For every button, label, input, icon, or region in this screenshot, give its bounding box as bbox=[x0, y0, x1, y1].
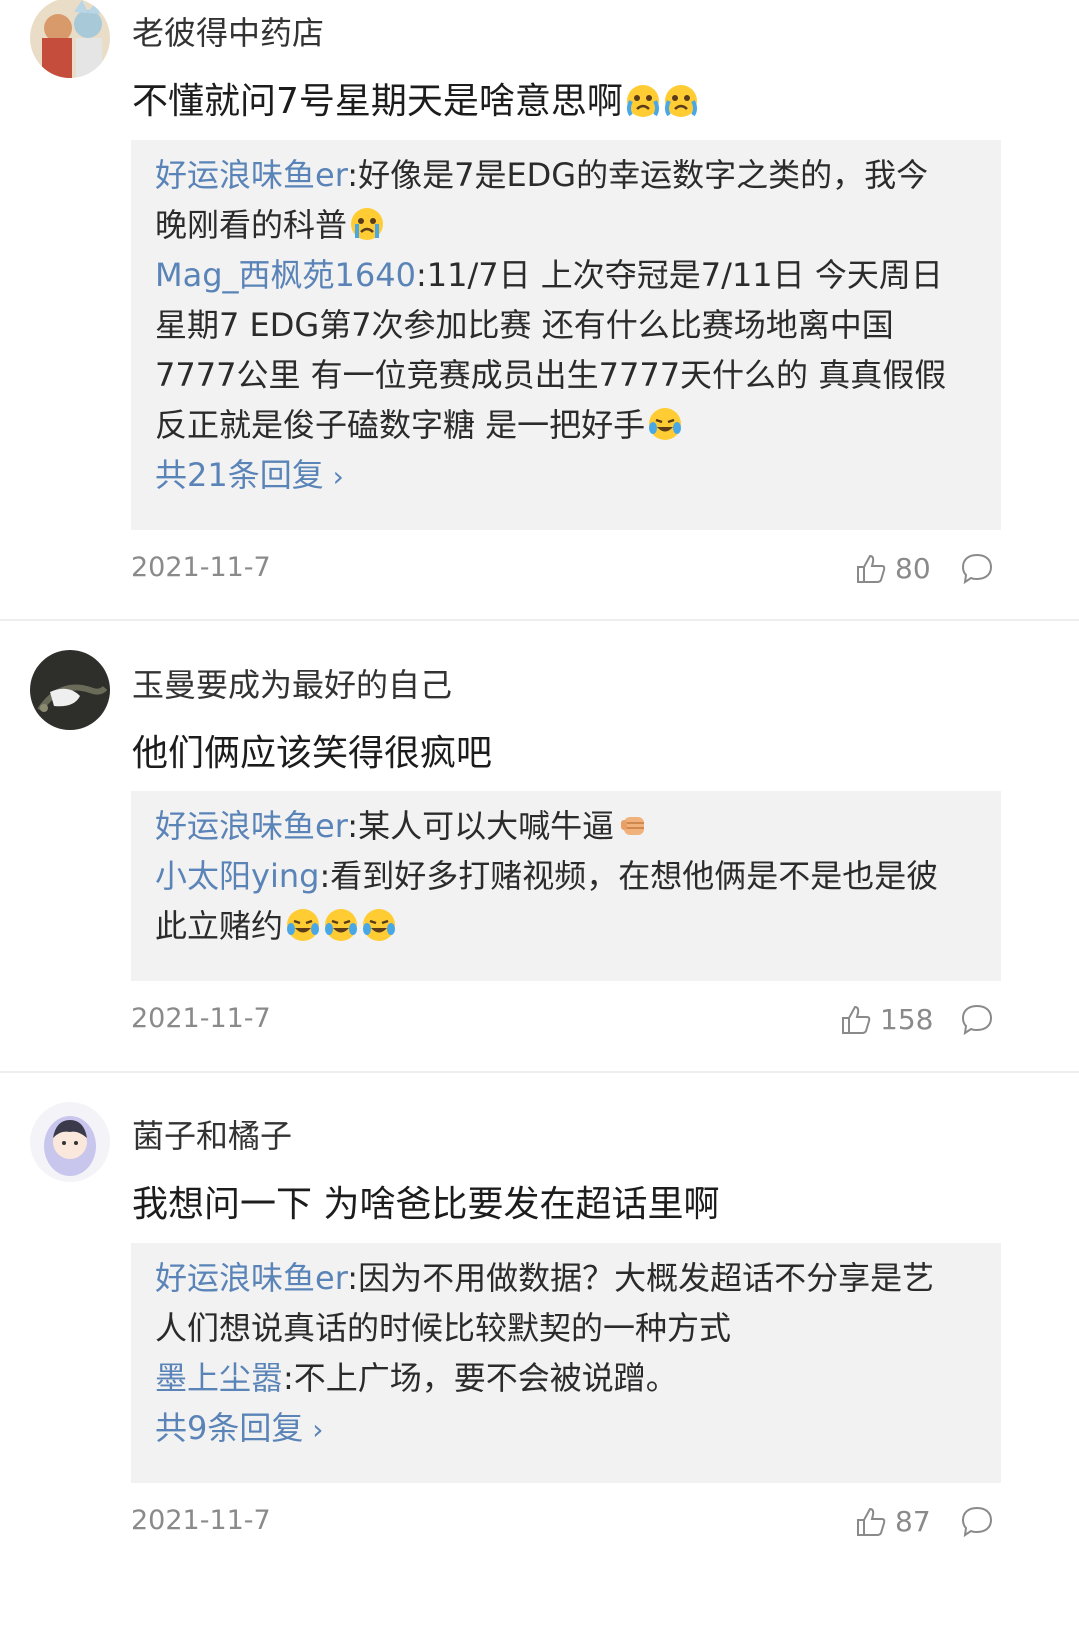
comment-username[interactable]: 玉曼要成为最好的自己 bbox=[132, 660, 452, 706]
laughing-tears-icon bbox=[287, 909, 320, 941]
avatar-image bbox=[30, 1102, 110, 1182]
like-button[interactable]: 158 bbox=[840, 1003, 933, 1036]
comment-text-body: 不懂就问7号星期天是啥意思啊 bbox=[132, 81, 623, 122]
comment-date: 2021-11-7 bbox=[131, 1505, 271, 1536]
reply-item: 墨上尘嚣:不上广场，要不会被说蹭。 bbox=[155, 1353, 977, 1403]
comment-username[interactable]: 菌子和橘子 bbox=[132, 1111, 292, 1157]
comment-date: 2021-11-7 bbox=[131, 552, 271, 583]
thumbs-up-icon bbox=[842, 1005, 871, 1034]
reply-text-continued: 人们想说真话的时候比较默契的一种方式 bbox=[155, 1309, 732, 1347]
like-count: 80 bbox=[895, 552, 931, 585]
comment-divider bbox=[0, 1071, 1079, 1073]
reply-item: 好运浪味鱼er:因为不用做数据？大概发超话不分享是艺 bbox=[155, 1253, 977, 1303]
reply-item: 好运浪味鱼er:好像是7是EDG的幸运数字之类的，我今 bbox=[155, 150, 977, 200]
reply-username[interactable]: 好运浪味鱼er bbox=[155, 1259, 347, 1297]
reply-text-continued: 反正就是俊子磕数字糖 是一把好手 bbox=[155, 406, 646, 444]
reply-username[interactable]: 好运浪味鱼er bbox=[155, 156, 347, 194]
laughing-tears-icon bbox=[649, 408, 682, 440]
reply-preview-box[interactable]: 好运浪味鱼er:某人可以大喊牛逼 小太阳ying:看到好多打赌视频，在想他俩是不… bbox=[131, 791, 1001, 981]
reply-text: :看到好多打赌视频，在想他俩是不是也是彼 bbox=[319, 857, 939, 895]
reply-preview-box[interactable]: 好运浪味鱼er:因为不用做数据？大概发超话不分享是艺 人们想说真话的时候比较默契… bbox=[131, 1243, 1001, 1483]
avatar-image bbox=[30, 650, 110, 730]
speech-bubble-icon[interactable] bbox=[960, 1505, 994, 1539]
laughing-tears-icon bbox=[325, 909, 358, 941]
reply-text-continued: 7777公里 有一位竞赛成员出生7777天什么的 真真假假 bbox=[155, 356, 947, 394]
reply-item-continued: 星期7 EDG第7次参加比赛 还有什么比赛场地离中国 bbox=[155, 300, 977, 350]
chevron-right-icon: › bbox=[323, 460, 344, 493]
reply-text-continued: 此立赌约 bbox=[155, 907, 284, 945]
reply-item-continued: 晚刚看的科普 bbox=[155, 200, 977, 250]
comment-divider bbox=[0, 619, 1079, 621]
reply-item-continued: 人们想说真话的时候比较默契的一种方式 bbox=[155, 1303, 977, 1353]
comment-date: 2021-11-7 bbox=[131, 1003, 271, 1034]
view-all-replies-label: 共9条回复 bbox=[155, 1409, 304, 1447]
laughing-tears-icon bbox=[363, 909, 396, 941]
reply-text: :因为不用做数据？大概发超话不分享是艺 bbox=[347, 1259, 935, 1297]
like-button[interactable]: 87 bbox=[855, 1505, 931, 1538]
avatar[interactable] bbox=[30, 0, 110, 78]
reply-text: :某人可以大喊牛逼 bbox=[347, 807, 615, 845]
crying-face-icon bbox=[664, 85, 697, 117]
view-all-replies-link[interactable]: 共9条回复 › bbox=[155, 1403, 323, 1455]
view-all-replies-link[interactable]: 共21条回复 › bbox=[155, 450, 344, 502]
speech-bubble-icon[interactable] bbox=[960, 552, 994, 586]
reply-username[interactable]: 好运浪味鱼er bbox=[155, 807, 347, 845]
reply-username[interactable]: Mag_西枫苑1640 bbox=[155, 256, 416, 294]
crying-face-icon bbox=[351, 208, 384, 240]
reply-text-continued: 晚刚看的科普 bbox=[155, 206, 348, 244]
comment-text: 他们俩应该笑得很疯吧 bbox=[132, 733, 493, 774]
reply-item: Mag_西枫苑1640:11/7日 上次夺冠是7/11日 今天周日 bbox=[155, 250, 977, 300]
chevron-right-icon: › bbox=[303, 1413, 324, 1446]
reply-item-continued: 7777公里 有一位竞赛成员出生7777天什么的 真真假假 bbox=[155, 350, 977, 400]
reply-text: :好像是7是EDG的幸运数字之类的，我今 bbox=[347, 156, 929, 194]
reply-text-continued: 星期7 EDG第7次参加比赛 还有什么比赛场地离中国 bbox=[155, 306, 894, 344]
like-count: 158 bbox=[880, 1003, 934, 1036]
view-all-replies-label: 共21条回复 bbox=[155, 456, 324, 494]
thumbs-up-icon bbox=[857, 554, 886, 583]
speech-bubble-icon[interactable] bbox=[960, 1003, 994, 1037]
reply-preview-box[interactable]: 好运浪味鱼er:好像是7是EDG的幸运数字之类的，我今 晚刚看的科普 Mag_西… bbox=[131, 140, 1001, 530]
reply-item-continued: 此立赌约 bbox=[155, 901, 977, 951]
avatar[interactable] bbox=[30, 650, 110, 730]
reply-item-continued: 反正就是俊子磕数字糖 是一把好手 bbox=[155, 400, 977, 450]
reply-item: 小太阳ying:看到好多打赌视频，在想他俩是不是也是彼 bbox=[155, 851, 977, 901]
reply-username[interactable]: 小太阳ying bbox=[155, 857, 319, 895]
avatar-image bbox=[30, 0, 110, 78]
like-button[interactable]: 80 bbox=[855, 552, 931, 585]
avatar[interactable] bbox=[30, 1102, 110, 1182]
fist-icon bbox=[621, 817, 645, 835]
crying-face-icon bbox=[626, 85, 659, 117]
reply-text: :11/7日 上次夺冠是7/11日 今天周日 bbox=[415, 256, 943, 294]
comment-text: 不懂就问7号星期天是啥意思啊 bbox=[132, 72, 699, 124]
thumbs-up-icon bbox=[857, 1507, 886, 1536]
reply-text: :不上广场，要不会被说蹭。 bbox=[283, 1359, 678, 1397]
like-count: 87 bbox=[895, 1505, 931, 1538]
comment-username[interactable]: 老彼得中药店 bbox=[132, 8, 324, 54]
reply-item: 好运浪味鱼er:某人可以大喊牛逼 bbox=[155, 801, 977, 851]
reply-username[interactable]: 墨上尘嚣 bbox=[155, 1359, 283, 1397]
comment-text: 我想问一下 为啥爸比要发在超话里啊 bbox=[132, 1184, 720, 1225]
